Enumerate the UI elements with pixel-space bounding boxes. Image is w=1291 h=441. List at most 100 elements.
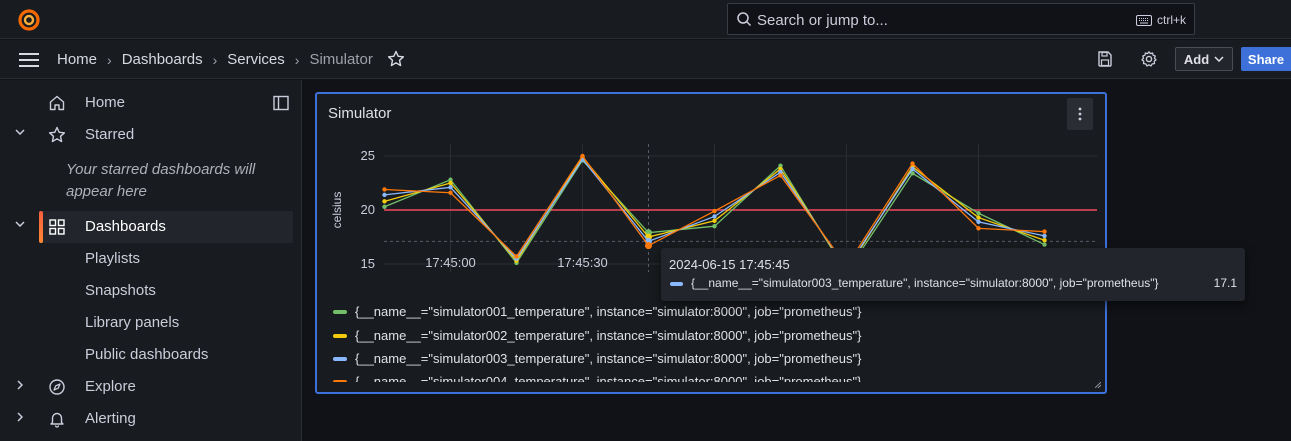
chart-legend: {__name__="simulator001_temperature", in… [331,300,1101,382]
active-highlight [39,211,293,243]
sidebar-item-playlists[interactable]: Playlists [0,243,302,275]
y-tick-label: 25 [361,148,375,163]
sidebar-item-alerting[interactable]: Alerting [0,403,302,435]
data-point [778,173,783,178]
breadcrumb-separator: › [212,51,218,68]
simulator-panel[interactable]: Simulator 15 20 25 celsius 17:45:00 17:45:30 … [315,92,1107,394]
data-point [1042,242,1047,247]
sidebar-item-label: Snapshots [85,282,156,299]
y-axis-label: celsius [330,192,344,229]
search-input[interactable]: Search or jump to... ctrl+k [727,3,1195,35]
data-point [580,153,585,159]
legend-swatch [333,310,347,314]
resize-handle-icon[interactable] [1095,382,1101,388]
bell-icon [50,412,64,428]
panel-menu-button[interactable] [1067,98,1093,130]
data-point [514,254,519,259]
sidebar-item-label: Playlists [85,250,141,267]
breadcrumb-separator: › [294,51,300,68]
data-point [712,218,717,223]
x-tick-label: 17:45:00 [425,255,476,270]
legend-swatch [333,380,347,382]
save-icon[interactable] [1096,50,1114,68]
sidebar-item-explore[interactable]: Explore [0,371,302,403]
add-button-label: Add [1183,51,1210,67]
grid-icon [49,219,65,235]
data-point [448,190,453,195]
data-point [712,224,717,229]
grafana-logo[interactable] [17,8,41,32]
star-icon[interactable] [387,50,405,68]
data-point [1042,238,1047,243]
data-point [382,199,387,204]
sidebar-item-label: Starred [85,126,135,143]
legend-label: {__name__="simulator003_temperature", in… [355,351,862,366]
share-button[interactable]: Share [1241,47,1291,71]
data-point [382,204,387,209]
breadcrumb-home[interactable]: Home [57,51,97,68]
nav-bar: Home › Dashboards › Services › Simulator… [0,40,1291,79]
gear-icon[interactable] [1140,50,1158,68]
starred-empty-hint: Your starred dashboards will appear here [66,161,256,200]
sidebar-item-label: Public dashboards [85,346,209,363]
chevron-down-icon[interactable] [15,129,25,135]
data-point [976,219,981,225]
legend-label: {__name__="simulator001_temperature", in… [355,304,862,319]
legend-swatch [333,334,347,338]
data-point [712,208,717,214]
data-point [645,242,652,250]
more-vertical-icon [1078,107,1082,121]
star-icon [48,126,66,143]
data-point [1042,233,1047,239]
compass-icon [49,379,65,395]
tooltip-value: 17.1 [1213,276,1237,290]
data-point [910,161,915,166]
sidebar-item-dashboards[interactable]: Dashboards [0,211,302,243]
data-point [448,185,453,190]
legend-label: {__name__="simulator004_temperature", in… [355,374,862,382]
tooltip-time: 2024-06-15 17:45:45 [669,257,790,272]
keyboard-icon [1135,14,1152,26]
tooltip-series: {__name__="simulator003_temperature", in… [691,276,1159,290]
menu-icon[interactable] [19,52,39,68]
chevron-down-icon[interactable] [15,221,25,227]
data-point [382,187,387,192]
data-point [976,211,981,216]
y-tick-label: 20 [361,202,375,217]
search-placeholder: Search or jump to... [757,12,888,29]
sidebar-item-label: Dashboards [85,218,166,235]
legend-swatch [333,357,347,361]
data-point [910,166,915,172]
sidebar-item-snapshots[interactable]: Snapshots [0,275,302,307]
sidebar: Home Starred Your starred dashboards wil… [0,80,302,441]
chart-tooltip: 2024-06-15 17:45:45 {__name__="simulator… [661,248,1245,301]
legend-label: {__name__="simulator002_temperature", in… [355,328,862,343]
sidebar-item-home[interactable]: Home [0,87,302,119]
dock-menu-icon[interactable] [273,95,289,111]
data-point [976,215,981,220]
x-tick-label: 17:45:30 [557,255,608,270]
breadcrumb-separator: › [107,51,112,68]
sidebar-item-starred[interactable]: Starred [0,119,302,151]
chevron-right-icon[interactable] [17,380,23,390]
sidebar-item-library-panels[interactable]: Library panels [0,307,302,339]
data-point [382,192,387,198]
top-bar: Search or jump to... ctrl+k [0,0,1291,39]
data-point [1042,229,1047,234]
shortcut-text: ctrl+k [1156,13,1186,27]
active-indicator [39,211,43,243]
sidebar-item-public-dashboards[interactable]: Public dashboards [0,339,302,371]
y-tick-label: 15 [361,256,375,271]
chevron-right-icon[interactable] [17,412,23,422]
breadcrumb-services[interactable]: Services [227,51,285,68]
data-point [712,214,717,219]
sidebar-item-label: Explore [85,378,136,395]
add-button[interactable]: Add [1175,47,1233,71]
breadcrumb-dashboards[interactable]: Dashboards [122,51,203,68]
sidebar-item-label: Alerting [85,410,136,427]
data-point [448,180,453,186]
breadcrumb-simulator: Simulator [309,51,373,68]
data-point [976,226,981,231]
tooltip-swatch [670,282,683,286]
keyboard-shortcut: ctrl+k [1135,13,1186,27]
